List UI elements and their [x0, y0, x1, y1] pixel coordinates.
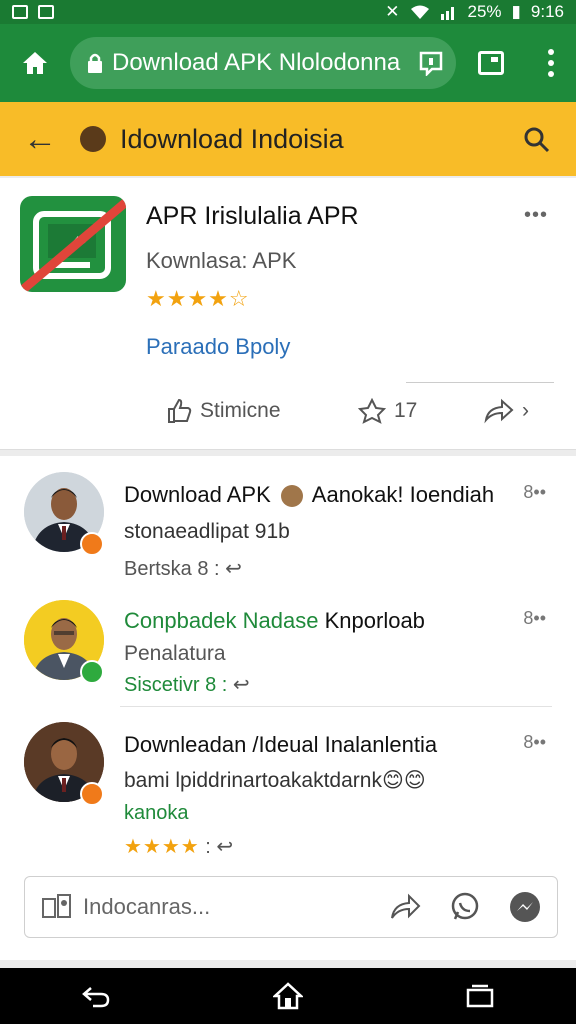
- messenger-icon: [510, 892, 540, 922]
- nav-recents-button[interactable]: [450, 968, 510, 1024]
- reply-icon[interactable]: ↩: [225, 558, 242, 580]
- status-badge: [80, 660, 104, 684]
- home-icon: [273, 982, 303, 1010]
- reply-icon[interactable]: ↩: [233, 674, 250, 696]
- home-icon: [23, 52, 47, 74]
- list-item[interactable]: Downleadan /Ideual Inalanlentia bami lpi…: [0, 718, 576, 858]
- forward-arrow-icon: [484, 398, 514, 424]
- clock: 9:16: [530, 2, 564, 21]
- comment-more-icon[interactable]: 8••: [523, 608, 546, 629]
- lock-icon: [88, 53, 102, 73]
- app-name: APR Irislulalia APR: [146, 202, 359, 230]
- share-icon: [358, 398, 386, 424]
- nav-back-button[interactable]: [66, 968, 126, 1024]
- comment-author: Download APK Aanokak! Ioendiah: [124, 482, 495, 508]
- chat-bubble-icon: [451, 892, 479, 920]
- app-action-row: Stimicne 17 ›: [0, 398, 576, 442]
- emoji-icon: 😊😊: [381, 769, 426, 792]
- comment-text: stonaeadlipat 91b: [124, 520, 290, 543]
- like-button[interactable]: Stimicne: [166, 398, 281, 424]
- back-arrow-icon: ←: [23, 119, 57, 158]
- status-badge: [80, 782, 104, 806]
- wifi-icon: [410, 5, 429, 19]
- url-text: Download APK Nlolodonna: [112, 49, 401, 76]
- mini-avatar-icon: [280, 485, 303, 508]
- comment-author: Downleadan /Ideual Inalanlentia: [124, 732, 438, 757]
- chevron-right-icon: ›: [522, 399, 529, 422]
- page-info-icon[interactable]: [418, 50, 444, 76]
- comment-author: Conpbadek Nadase Knporloab: [124, 608, 425, 633]
- comment-more-icon[interactable]: 8••: [523, 732, 546, 753]
- comment-meta: kanoka: [124, 802, 189, 824]
- app-icon[interactable]: [20, 196, 126, 292]
- recents-icon: [466, 984, 494, 1008]
- search-icon: [524, 127, 550, 153]
- tabs-button[interactable]: [456, 24, 526, 102]
- tabs-icon: [478, 51, 504, 75]
- site-title: Idownload Indoisia: [120, 123, 344, 154]
- app-card: APR Irislulalia APR ••• Kownlasa: APK ★★…: [0, 178, 576, 450]
- notification-icon: [12, 5, 28, 19]
- browser-toolbar: Download APK Nlolodonna: [0, 24, 576, 102]
- thumbs-up-icon: [168, 398, 192, 423]
- comment-text: Penalatura: [124, 642, 226, 665]
- forward-button[interactable]: ›: [484, 398, 529, 424]
- whatsapp-button[interactable]: [445, 887, 485, 927]
- comment-input[interactable]: Indocanras...: [83, 894, 365, 920]
- share-count: 17: [394, 399, 418, 422]
- attachment-icon[interactable]: [41, 893, 73, 921]
- battery-level: 25%: [467, 2, 502, 21]
- list-item[interactable]: Conpbadek Nadase Knporloab Penalatura Si…: [0, 596, 576, 708]
- back-button[interactable]: ←: [0, 102, 80, 176]
- share-arrow-icon: [391, 893, 421, 919]
- comment-more-icon[interactable]: 8••: [523, 482, 546, 503]
- status-bar: ✕ 25% ▮ 9:16: [0, 0, 576, 24]
- messenger-button[interactable]: [505, 887, 545, 927]
- back-icon: [82, 987, 110, 1008]
- comment-text: bami lpiddrinartoakaktdarnk😊😊: [124, 769, 426, 792]
- share-button[interactable]: [385, 887, 425, 927]
- reply-icon[interactable]: ↩: [216, 836, 233, 858]
- url-bar[interactable]: Download APK Nlolodonna: [70, 37, 456, 89]
- comment-meta: Siscetivr 8 : ↩: [124, 674, 250, 696]
- divider: [120, 706, 552, 707]
- comment-composer[interactable]: Indocanras...: [24, 876, 558, 938]
- battery-icon: ▮: [511, 2, 521, 21]
- home-button[interactable]: [0, 24, 70, 102]
- mute-icon: ✕: [385, 2, 400, 21]
- comment-rating: ★★★★ : ↩: [124, 836, 234, 858]
- divider: [406, 382, 554, 383]
- status-badge: [80, 532, 104, 556]
- search-button[interactable]: [496, 102, 576, 176]
- comment-meta: Bertska 8 : ↩: [124, 558, 242, 580]
- app-more-icon[interactable]: •••: [524, 204, 548, 227]
- like-label: Stimicne: [200, 399, 281, 422]
- site-app-bar: ← Idownload Indoisia: [0, 102, 576, 176]
- system-nav-bar: [0, 968, 576, 1024]
- app-rating-stars: ★★★★☆: [146, 286, 250, 311]
- share-count-button[interactable]: 17: [358, 398, 417, 424]
- nav-home-button[interactable]: [258, 968, 318, 1024]
- overflow-menu-button[interactable]: [526, 24, 576, 102]
- app-developer-link[interactable]: Paraado Bpoly: [146, 334, 290, 360]
- site-logo: [80, 126, 106, 152]
- image-notification-icon: [38, 5, 54, 19]
- signal-icon: [440, 7, 454, 20]
- app-subtitle: Kownlasa: APK: [146, 248, 297, 273]
- list-item[interactable]: Download APK Aanokak! Ioendiah stonaeadl…: [0, 468, 576, 588]
